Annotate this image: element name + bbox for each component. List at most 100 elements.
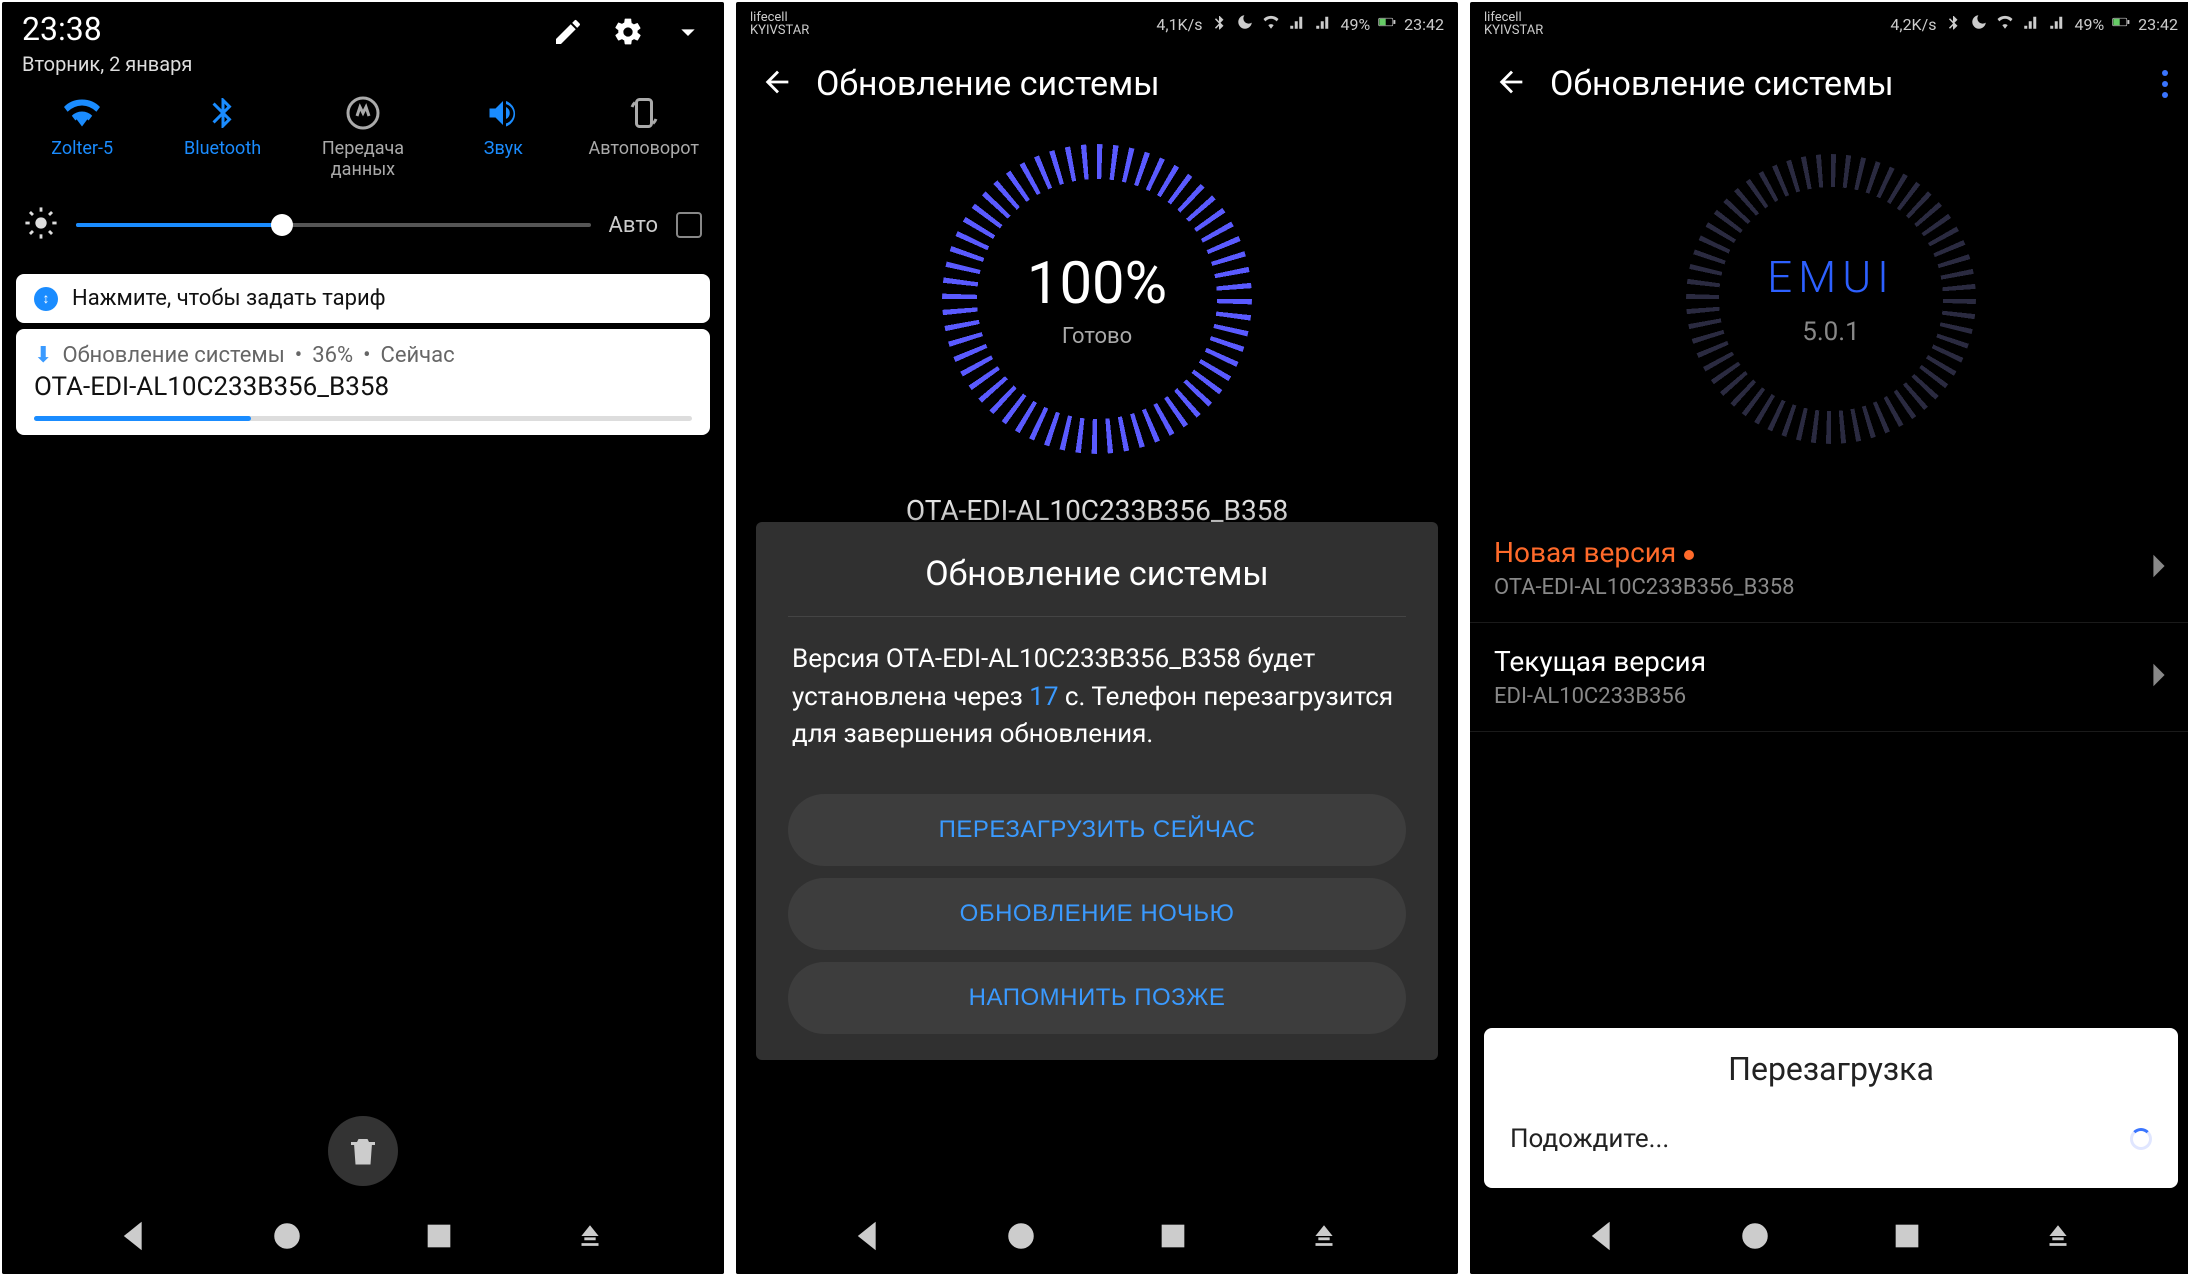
nav-drawer-icon[interactable] <box>2041 1219 2075 1257</box>
clock-time: 23:38 <box>22 10 192 48</box>
qs-rotate[interactable]: Автоповорот <box>579 95 709 180</box>
clear-all-button[interactable] <box>328 1116 398 1186</box>
nav-home-icon[interactable] <box>1738 1219 1772 1257</box>
nav-back-icon[interactable] <box>119 1219 153 1257</box>
qs-wifi-label: Zolter-5 <box>51 139 113 160</box>
back-button[interactable] <box>1494 65 1528 103</box>
battery-icon <box>1378 13 1396 35</box>
remind-later-button[interactable]: НАПОМНИТЬ ПОЗЖЕ <box>788 962 1406 1034</box>
emui-brand: EMUI <box>1767 251 1895 303</box>
progress-ready-label: Готово <box>1062 324 1132 349</box>
status-bar: lifecellKYIVSTAR 4,1K/s 49% 23:42 <box>736 2 1458 46</box>
brightness-icon <box>24 206 58 244</box>
expand-icon[interactable] <box>672 16 704 52</box>
qs-wifi[interactable]: Zolter-5 <box>17 95 147 180</box>
dialog-title: Обновление системы <box>788 544 1406 617</box>
qs-sound-label: Звук <box>484 139 523 160</box>
dialog-body: Версия OTA-EDI-AL10C233B356_B358 будет у… <box>788 617 1406 782</box>
phone-2-update-dialog: lifecellKYIVSTAR 4,1K/s 49% 23:42 Обновл… <box>736 2 1458 1274</box>
countdown-seconds: 17 <box>1029 682 1058 712</box>
new-badge-dot <box>1684 550 1694 560</box>
notif-time: Сейчас <box>381 343 455 368</box>
notif-progress <box>34 416 692 421</box>
notif-body-text: OTA-EDI-AL10C233B356_B358 <box>34 372 692 402</box>
bluetooth-icon <box>1210 13 1228 35</box>
nav-recent-icon[interactable] <box>422 1219 456 1257</box>
signal-sim2-icon <box>1314 13 1332 35</box>
qs-rotate-label: Автоповорот <box>588 139 699 160</box>
info-icon: ↕ <box>34 287 58 311</box>
brightness-slider[interactable] <box>76 223 591 227</box>
battery-pct: 49% <box>1340 15 1370 34</box>
qs-sound[interactable]: Звук <box>438 95 568 180</box>
auto-brightness-checkbox[interactable] <box>676 212 702 238</box>
qs-bt-label: Bluetooth <box>184 139 261 160</box>
spinner-icon <box>2130 1128 2152 1150</box>
battery-icon <box>2112 13 2130 35</box>
header-title: Обновление системы <box>816 64 1160 104</box>
new-version-row[interactable]: Новая версия OTA-EDI-AL10C233B356_B358 <box>1470 514 2188 623</box>
header: Обновление системы <box>736 46 1458 134</box>
progress-percent: 100% <box>1027 250 1167 318</box>
status-bar: 23:38 Вторник, 2 января <box>2 2 724 77</box>
reboot-wait-text: Подождите... <box>1510 1124 1669 1154</box>
header-title: Обновление системы <box>1550 64 1894 104</box>
status-time: 23:42 <box>2138 15 2178 34</box>
nav-home-icon[interactable] <box>1004 1219 1038 1257</box>
auto-brightness-label: Авто <box>609 213 658 238</box>
status-time: 23:42 <box>1404 15 1444 34</box>
nav-recent-icon[interactable] <box>1890 1219 1924 1257</box>
wifi-icon <box>1262 13 1280 35</box>
update-at-night-button[interactable]: ОБНОВЛЕНИЕ НОЧЬЮ <box>788 878 1406 950</box>
signal-sim1-icon <box>2022 13 2040 35</box>
nav-home-icon[interactable] <box>270 1219 304 1257</box>
notif-pct: 36% <box>312 343 353 368</box>
chevron-right-icon <box>2150 661 2168 693</box>
nav-recent-icon[interactable] <box>1156 1219 1190 1257</box>
reboot-dialog: Перезагрузка Подождите... <box>1484 1028 2178 1188</box>
new-version-title: Новая версия <box>1494 536 1676 569</box>
qs-data[interactable]: Передача данных <box>298 95 428 180</box>
notif-app-name: Обновление системы <box>62 343 284 368</box>
cur-version-value: EDI-AL10C233B356 <box>1494 684 1706 709</box>
navigation-bar <box>736 1202 1458 1274</box>
tariff-hint-text: Нажмите, чтобы задать тариф <box>72 286 386 311</box>
battery-pct: 49% <box>2074 15 2104 34</box>
nav-drawer-icon[interactable] <box>1307 1219 1341 1257</box>
dnd-moon-icon <box>1236 13 1254 35</box>
menu-kebab-icon[interactable] <box>2162 70 2168 98</box>
emui-version: 5.0.1 <box>1802 317 1860 347</box>
settings-gear-icon[interactable] <box>612 16 644 52</box>
install-dialog: Обновление системы Версия OTA-EDI-AL10C2… <box>756 522 1438 1060</box>
system-update-notification[interactable]: ⬇ Обновление системы • 36% • Сейчас OTA-… <box>16 329 710 435</box>
net-speed: 4,1K/s <box>1156 15 1202 34</box>
cur-version-title: Текущая версия <box>1494 645 1706 678</box>
phone-3-update-versions: lifecellKYIVSTAR 4,2K/s 49% 23:42 Обновл… <box>1470 2 2188 1274</box>
progress-ring: 100% Готово <box>942 144 1252 454</box>
qs-data-label: Передача данных <box>298 139 428 180</box>
reboot-title: Перезагрузка <box>1510 1050 2152 1088</box>
new-version-value: OTA-EDI-AL10C233B356_B358 <box>1494 575 1794 600</box>
navigation-bar <box>1470 1202 2188 1274</box>
emui-ring: EMUI 5.0.1 <box>1686 154 1976 444</box>
net-speed: 4,2K/s <box>1890 15 1936 34</box>
current-version-row[interactable]: Текущая версия EDI-AL10C233B356 <box>1470 623 2188 732</box>
edit-icon[interactable] <box>552 16 584 52</box>
reboot-now-button[interactable]: ПЕРЕЗАГРУЗИТЬ СЕЙЧАС <box>788 794 1406 866</box>
header: Обновление системы <box>1470 46 2188 134</box>
download-icon: ⬇ <box>34 343 52 368</box>
tariff-hint-card[interactable]: ↕ Нажмите, чтобы задать тариф <box>16 274 710 323</box>
carrier-bottom: KYIVSTAR <box>750 23 809 38</box>
back-button[interactable] <box>760 65 794 103</box>
navigation-bar <box>2 1202 724 1274</box>
status-bar: lifecellKYIVSTAR 4,2K/s 49% 23:42 <box>1470 2 2188 46</box>
wifi-icon <box>1996 13 2014 35</box>
chevron-right-icon <box>2150 552 2168 584</box>
brightness-row: Авто <box>2 206 724 268</box>
nav-drawer-icon[interactable] <box>573 1219 607 1257</box>
nav-back-icon[interactable] <box>1587 1219 1621 1257</box>
phone-1-quick-settings: 23:38 Вторник, 2 января Zolter-5 Bluetoo… <box>2 2 724 1274</box>
carrier-bottom: KYIVSTAR <box>1484 23 1543 38</box>
nav-back-icon[interactable] <box>853 1219 887 1257</box>
qs-bluetooth[interactable]: Bluetooth <box>158 95 288 180</box>
